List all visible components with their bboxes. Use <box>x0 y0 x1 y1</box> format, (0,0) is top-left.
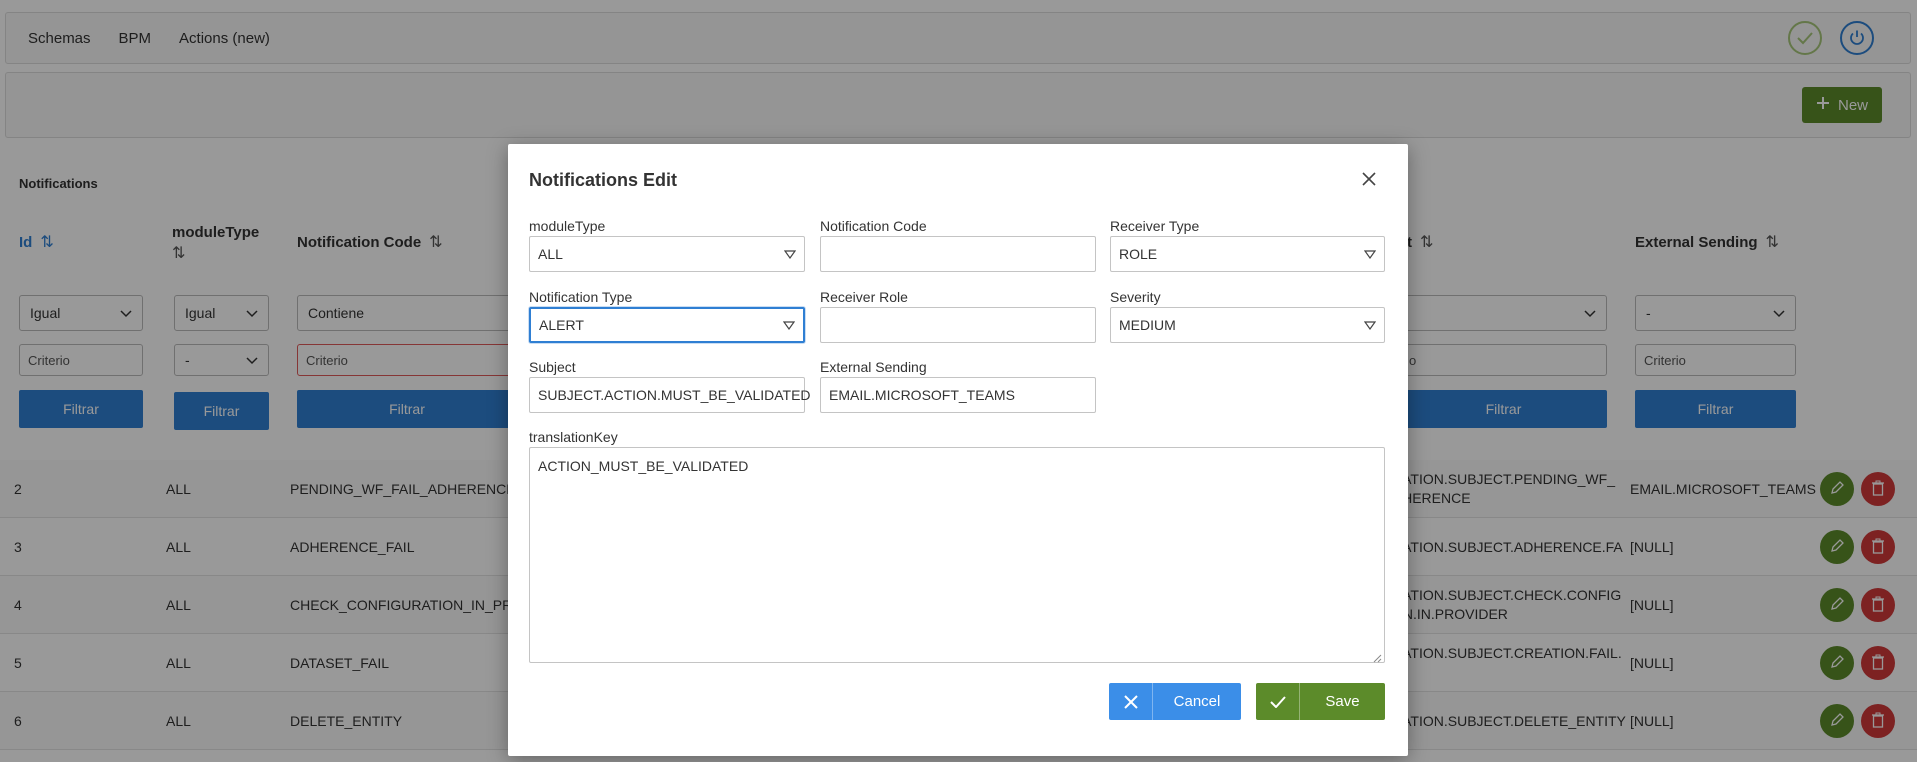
save-button[interactable]: Save <box>1256 683 1385 720</box>
notification-code-input[interactable] <box>820 236 1096 272</box>
receiver-type-value: ROLE <box>1119 246 1158 262</box>
caret-down-icon <box>1363 246 1377 262</box>
resize-handle-icon[interactable] <box>1372 650 1382 663</box>
receiver-type-label: Receiver Type <box>1110 218 1200 234</box>
severity-select[interactable]: MEDIUM <box>1110 307 1385 343</box>
check-icon <box>1256 683 1300 720</box>
notification-type-label: Notification Type <box>529 289 633 305</box>
receiver-role-input[interactable] <box>820 307 1096 343</box>
severity-label: Severity <box>1110 289 1161 305</box>
subject-label: Subject <box>529 359 576 375</box>
close-icon[interactable] <box>1358 168 1380 190</box>
translation-key-value: ACTION_MUST_BE_VALIDATED <box>538 458 749 474</box>
dialog-title: Notifications Edit <box>529 170 677 190</box>
cancel-button-label: Cancel <box>1173 693 1221 710</box>
receiver-role-label: Receiver Role <box>820 289 908 305</box>
notification-type-select[interactable]: ALERT <box>529 307 805 343</box>
translation-key-textarea[interactable]: ACTION_MUST_BE_VALIDATED <box>529 447 1385 663</box>
close-icon <box>1109 683 1153 720</box>
cancel-button[interactable]: Cancel <box>1109 683 1241 720</box>
caret-down-icon <box>1363 317 1377 333</box>
external-sending-input[interactable]: EMAIL.MICROSOFT_TEAMS <box>820 377 1096 413</box>
notification-type-value: ALERT <box>539 317 584 333</box>
severity-value: MEDIUM <box>1119 317 1176 333</box>
save-button-label: Save <box>1325 693 1360 710</box>
caret-down-icon <box>783 246 797 262</box>
notification-code-label: Notification Code <box>820 218 927 234</box>
translation-key-label: translationKey <box>529 429 618 445</box>
moduletype-label: moduleType <box>529 218 606 234</box>
subject-input[interactable]: SUBJECT.ACTION.MUST_BE_VALIDATED <box>529 377 811 413</box>
notifications-edit-dialog: Notifications Edit moduleType ALL Notifi… <box>508 144 1408 756</box>
external-sending-label: External Sending <box>820 359 927 375</box>
caret-down-icon <box>782 317 796 333</box>
moduletype-value: ALL <box>538 246 563 262</box>
moduletype-select[interactable]: ALL <box>529 236 805 272</box>
receiver-type-select[interactable]: ROLE <box>1110 236 1385 272</box>
